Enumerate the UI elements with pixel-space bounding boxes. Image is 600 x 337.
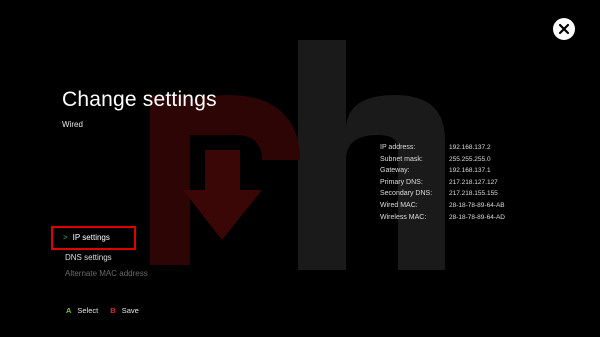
save-hint[interactable]: B Save (110, 306, 139, 315)
info-row-wired-mac: Wired MAC: 28-18-78-89-64-AB (380, 200, 505, 212)
menu-item-label: IP settings (72, 233, 110, 242)
info-value: 28-18-78-89-64-AD (449, 213, 506, 221)
info-row-subnet-mask: Subnet mask: 255.255.255.0 (380, 154, 505, 166)
connection-type-label: Wired (62, 120, 83, 129)
menu-item-label: Alternate MAC address (65, 269, 148, 278)
a-button-icon: A (66, 306, 72, 315)
info-value: 255.255.255.0 (449, 155, 491, 163)
menu-item-dns-settings[interactable]: DNS settings (51, 250, 271, 266)
info-value: 217.218.155.155 (449, 190, 498, 198)
info-label: IP address: (380, 144, 416, 151)
menu-item-label: DNS settings (65, 253, 112, 262)
menu-item-ip-settings[interactable]: > IP settings (51, 226, 136, 250)
info-label: Wireless MAC: (380, 213, 427, 221)
info-label: Primary DNS: (380, 178, 423, 186)
info-row-ip-address: IP address: 192.168.137.2 (380, 142, 505, 154)
info-value: 28-18-78-89-64-AB (449, 201, 505, 209)
save-label: Save (121, 306, 139, 315)
info-label: Secondary DNS: (380, 190, 433, 198)
b-button-icon: B (110, 306, 116, 315)
menu-item-alternate-mac-address: Alternate MAC address (51, 266, 271, 282)
info-value: 192.168.137.2 (449, 144, 491, 151)
background-watermark (150, 40, 445, 270)
info-row-wireless-mac: Wireless MAC: 28-18-78-89-64-AD (380, 212, 505, 224)
info-row-primary-dns: Primary DNS: 217.218.127.127 (380, 177, 505, 189)
info-label: Wired MAC: (380, 201, 418, 209)
network-info-panel: IP address: 192.168.137.2 Subnet mask: 2… (380, 142, 505, 223)
info-label: Subnet mask: (380, 155, 423, 163)
chevron-right-icon: > (63, 233, 68, 242)
settings-menu: > IP settings DNS settings Alternate MAC … (51, 226, 271, 282)
button-hints: A Select B Save (66, 306, 151, 315)
page-title: Change settings (62, 88, 217, 111)
info-label: Gateway: (380, 167, 410, 175)
select-hint[interactable]: A Select (66, 306, 98, 315)
info-row-secondary-dns: Secondary DNS: 217.218.155.155 (380, 188, 505, 200)
info-row-gateway: Gateway: 192.168.137.1 (380, 165, 505, 177)
info-value: 217.218.127.127 (449, 178, 498, 186)
info-value: 192.168.137.1 (449, 167, 491, 175)
select-label: Select (77, 306, 99, 315)
xbox-logo-icon (553, 18, 575, 40)
